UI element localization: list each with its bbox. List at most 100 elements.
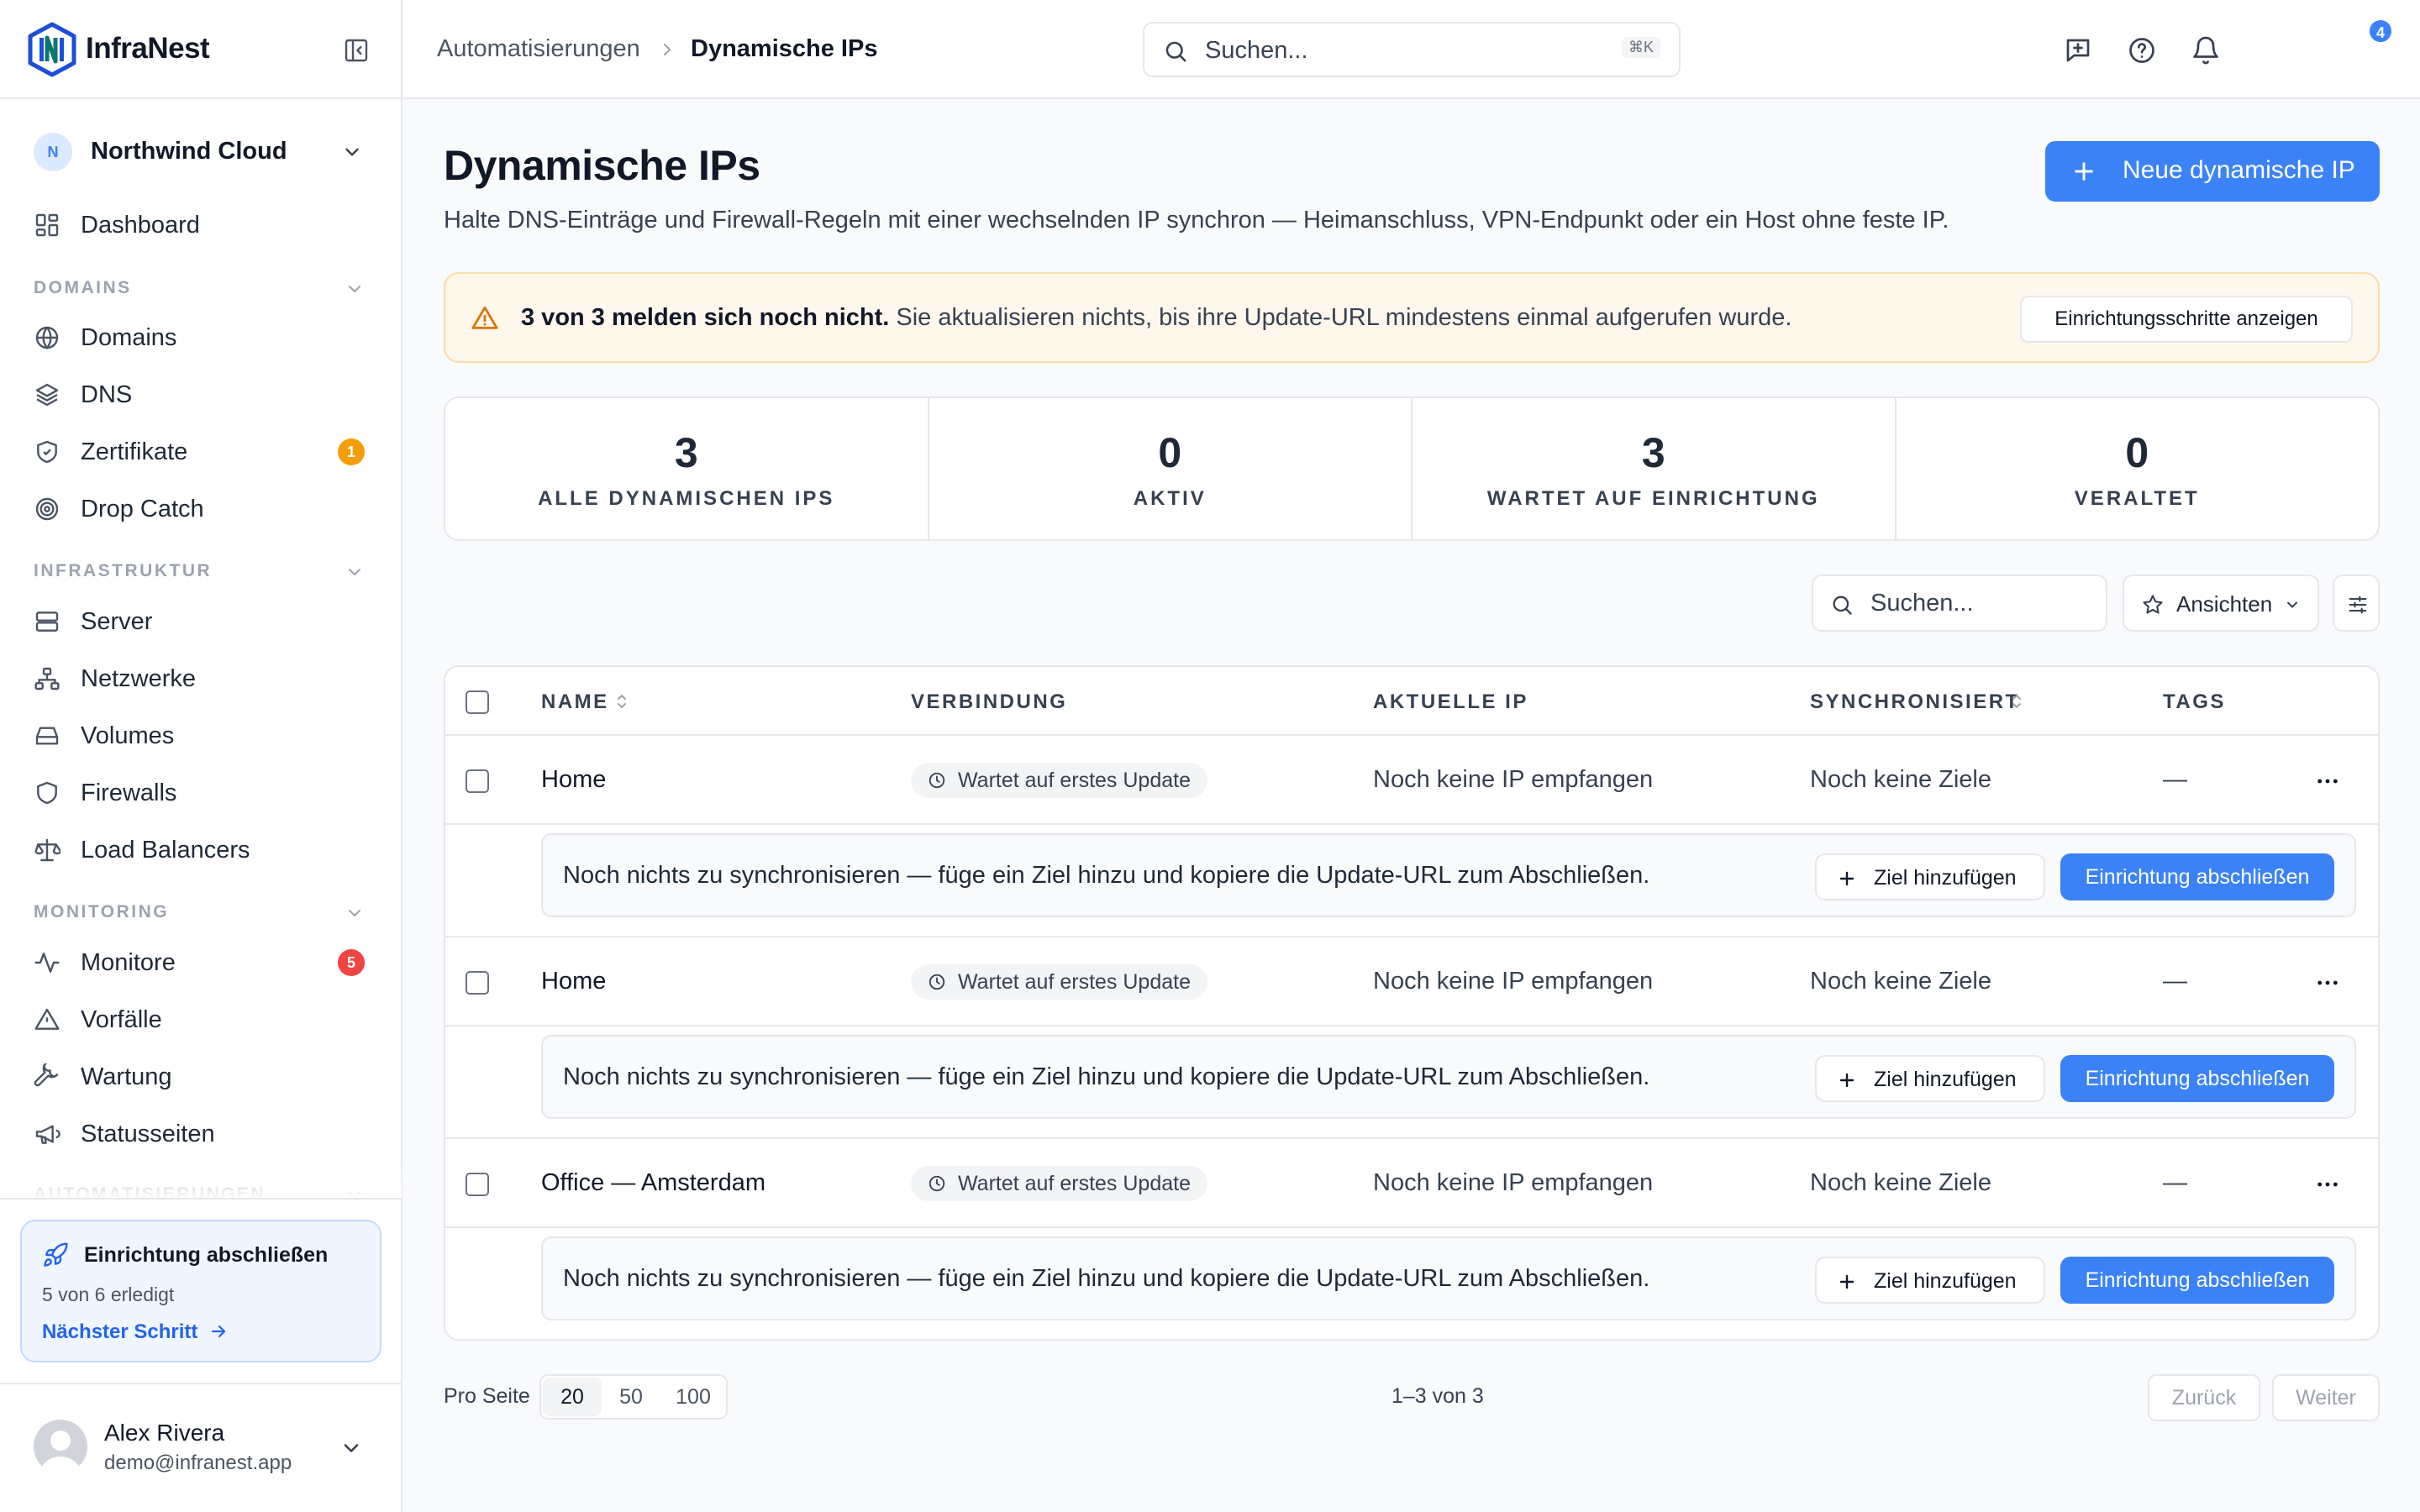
bell-icon[interactable] [2191, 35, 2221, 66]
stat-stale[interactable]: 0 VERALTET [1897, 398, 2379, 539]
stat-awaiting-setup[interactable]: 3 WARTET AUF EINRICHTUNG [1413, 398, 1897, 539]
infranest-logo-icon[interactable] [27, 22, 77, 77]
row-checkbox[interactable] [466, 1173, 489, 1196]
sidebar-item-status-pages[interactable]: Statusseiten [34, 1110, 378, 1156]
new-dynamic-ip-button[interactable]: Neue dynamische IP [2045, 141, 2380, 202]
sidebar-item-label: Statusseiten [81, 1121, 215, 1147]
add-target-button[interactable]: Ziel hinzufügen [1815, 1257, 2045, 1304]
previous-page-button[interactable]: Zurück [2148, 1374, 2260, 1421]
setup-hint-box: Noch nichts zu synchronisieren — füge ei… [541, 1035, 2356, 1119]
finish-setup-button[interactable]: Einrichtung abschließen [2060, 1257, 2334, 1304]
show-setup-steps-button[interactable]: Einrichtungsschritte anzeigen [2020, 296, 2353, 343]
per-page-selector: 20 50 100 [539, 1374, 728, 1420]
hard-drive-icon [34, 722, 60, 749]
column-settings-button[interactable] [2333, 575, 2380, 632]
org-switcher[interactable]: N Northwind Cloud [34, 131, 370, 173]
arrow-right-icon [208, 1321, 229, 1341]
sidebar-item-firewalls[interactable]: Firewalls [34, 769, 378, 815]
sidebar-item-label: Netzwerke [81, 665, 196, 692]
user-name: Alex Rivera [104, 1420, 225, 1446]
table-search-input[interactable]: Suchen... [1812, 575, 2107, 632]
add-target-button[interactable]: Ziel hinzufügen [1815, 853, 2045, 900]
help-icon[interactable] [2127, 35, 2157, 66]
sidebar-item-label: Domains [81, 324, 177, 351]
next-page-button[interactable]: Weiter [2272, 1374, 2380, 1421]
more-actions-icon[interactable] [2314, 1171, 2341, 1198]
finish-setup-button[interactable]: Einrichtung abschließen [2060, 853, 2334, 900]
chevron-down-icon[interactable] [339, 1436, 363, 1460]
select-all-checkbox[interactable] [466, 690, 489, 714]
setup-hint-box: Noch nichts zu synchronisieren — füge ei… [541, 833, 2356, 917]
chevron-down-icon [2284, 596, 2301, 613]
status-badge: Wartet auf erstes Update [911, 1166, 1207, 1201]
per-page-option[interactable]: 20 [543, 1378, 602, 1416]
chevron-down-icon[interactable] [345, 903, 365, 923]
user-email: demo@infranest.app [104, 1452, 292, 1474]
feedback-icon[interactable] [2063, 35, 2093, 66]
next-step-label: Nächster Schritt [42, 1320, 198, 1343]
global-search-input[interactable]: Suchen... ⌘K [1143, 22, 1681, 77]
add-target-button[interactable]: Ziel hinzufügen [1815, 1055, 2045, 1102]
setup-progress-card[interactable]: Einrichtung abschließen 5 von 6 erledigt… [20, 1220, 381, 1362]
row-checkbox[interactable] [466, 769, 489, 793]
sidebar-item-networks[interactable]: Netzwerke [34, 655, 378, 701]
chevron-down-icon[interactable] [345, 279, 365, 299]
activity-icon [34, 949, 60, 976]
sidebar-item-drop-catch[interactable]: Drop Catch [34, 486, 378, 531]
finish-setup-button[interactable]: Einrichtung abschließen [2060, 1055, 2334, 1102]
row-checkbox[interactable] [466, 971, 489, 995]
column-header-connection: VERBINDUNG [911, 690, 1068, 713]
setup-hint-text: Noch nichts zu synchronisieren — füge ei… [563, 1265, 1650, 1292]
row-tags: — [2163, 1169, 2187, 1196]
row-name[interactable]: Home [541, 968, 606, 995]
megaphone-icon [34, 1121, 60, 1147]
row-name[interactable]: Home [541, 766, 606, 794]
stat-value: 0 [1158, 429, 1182, 476]
button-label: Ziel hinzufügen [1874, 1269, 2017, 1293]
more-actions-icon[interactable] [2314, 768, 2341, 795]
table-row[interactable]: Office — Amsterdam Wartet auf erstes Upd… [445, 1139, 2378, 1228]
sidebar-item-load-balancers[interactable]: Load Balancers [34, 827, 378, 872]
stat-total[interactable]: 3 ALLE DYNAMISCHEN IPS [445, 398, 929, 539]
divider [0, 1383, 402, 1384]
sidebar-item-certificates[interactable]: Zertifikate 1 [34, 428, 378, 474]
chevron-down-icon[interactable] [345, 562, 365, 582]
breadcrumb-automation[interactable]: Automatisierungen [437, 35, 640, 63]
column-header-name[interactable]: NAME [541, 690, 609, 714]
more-actions-icon[interactable] [2314, 969, 2341, 996]
per-page-option[interactable]: 100 [660, 1378, 726, 1416]
sidebar-item-dashboard[interactable]: Dashboard [34, 202, 378, 247]
scale-icon [34, 837, 60, 864]
rocket-icon [42, 1242, 69, 1268]
sort-icon[interactable] [2008, 692, 2025, 711]
views-dropdown[interactable]: Ansichten [2123, 575, 2319, 632]
sidebar-item-incidents[interactable]: Vorfälle [34, 996, 378, 1042]
sidebar-item-domains[interactable]: Domains [34, 314, 378, 360]
sidebar-item-volumes[interactable]: Volumes [34, 712, 378, 758]
table-row[interactable]: Home Wartet auf erstes Update Noch keine… [445, 736, 2378, 825]
row-setup-hint: Noch nichts zu synchronisieren — füge ei… [445, 825, 2378, 937]
sidebar-item-dns[interactable]: DNS [34, 371, 378, 417]
next-step-link[interactable]: Nächster Schritt [42, 1320, 229, 1344]
user-avatar[interactable] [34, 1420, 87, 1473]
chevron-down-icon [341, 141, 363, 163]
sidebar-collapse-icon[interactable] [343, 37, 370, 64]
search-icon [1830, 593, 1854, 617]
row-name[interactable]: Office — Amsterdam [541, 1169, 765, 1197]
setup-warning-banner: 3 von 3 melden sich noch nicht. Sie aktu… [444, 272, 2380, 363]
sort-icon[interactable] [613, 692, 630, 711]
sidebar-item-monitors[interactable]: Monitore 5 [34, 939, 378, 984]
row-sync-status: Noch keine Ziele [1810, 968, 1991, 995]
stats-panel: 3 ALLE DYNAMISCHEN IPS 0 AKTIV 3 WARTET … [444, 396, 2380, 541]
sidebar-item-maintenance[interactable]: Wartung [34, 1053, 378, 1099]
column-header-synced[interactable]: SYNCHRONISIERT [1810, 690, 2020, 714]
views-label: Ansichten [2176, 591, 2273, 617]
clock-icon [928, 1174, 946, 1193]
sidebar-item-label: Drop Catch [81, 496, 204, 522]
per-page-option[interactable]: 50 [602, 1378, 660, 1416]
stat-active[interactable]: 0 AKTIV [929, 398, 1413, 539]
search-placeholder: Suchen... [1205, 37, 1308, 64]
sidebar-item-server[interactable]: Server [34, 598, 378, 643]
table-row[interactable]: Home Wartet auf erstes Update Noch keine… [445, 937, 2378, 1026]
setup-hint-text: Noch nichts zu synchronisieren — füge ei… [563, 862, 1650, 889]
